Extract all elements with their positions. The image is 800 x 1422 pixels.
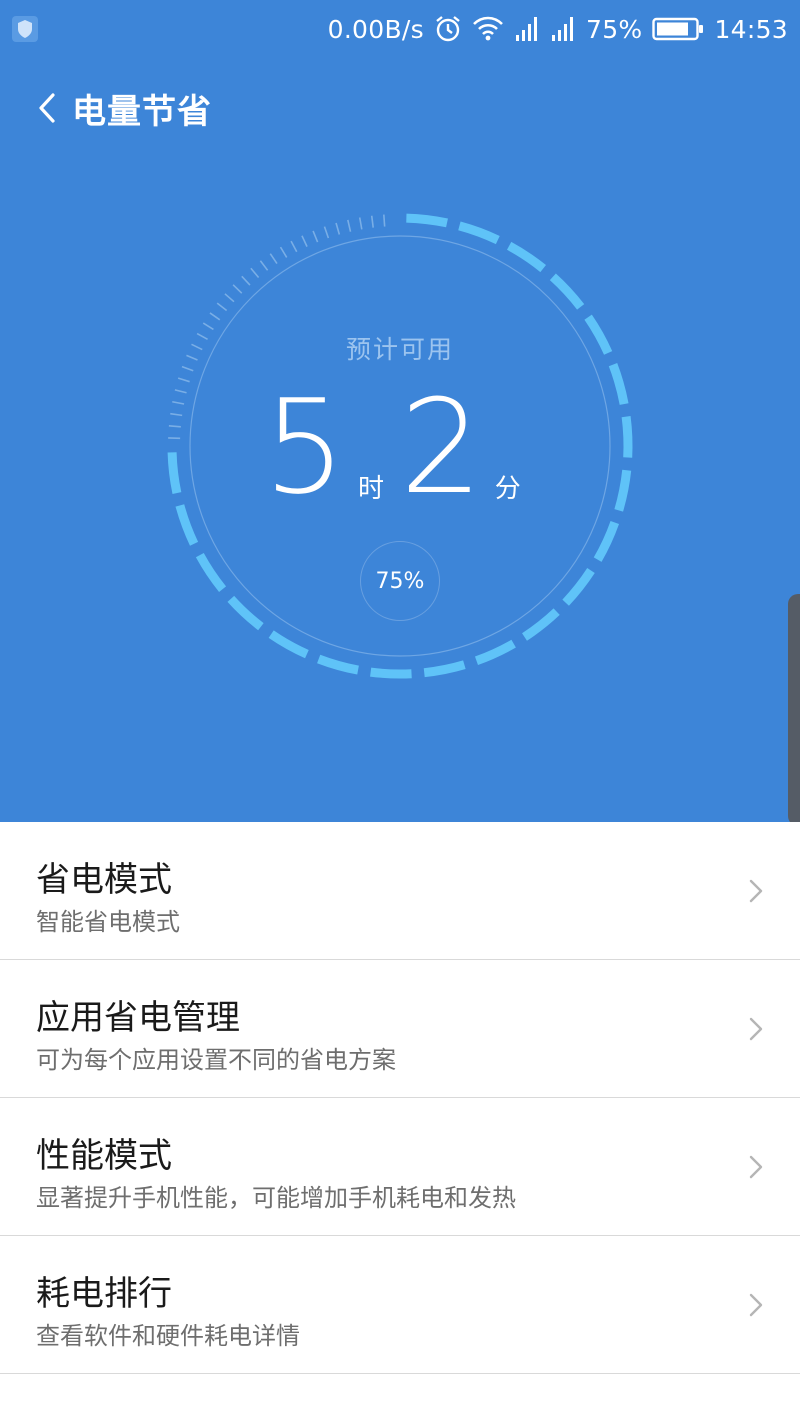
list-item-power-ranking[interactable]: 耗电排行 查看软件和硬件耗电详情 (0, 1236, 800, 1374)
gauge-inactive-tick (224, 293, 235, 303)
hours-unit: 时 (357, 474, 384, 504)
gauge-inactive-tick (216, 302, 228, 312)
options-list: 省电模式 智能省电模式 应用省电管理 可为每个应用设置不同的省电方案 性能模式 … (0, 822, 800, 1374)
app-header: 电量节省 (0, 72, 800, 144)
signal-icon (515, 17, 537, 41)
list-item-subtitle: 查看软件和硬件耗电详情 (36, 1322, 300, 1350)
chevron-right-icon (749, 1155, 763, 1179)
minutes-unit: 分 (494, 474, 521, 504)
back-arrow-icon (39, 93, 55, 123)
gauge-inactive-tick (259, 260, 269, 271)
back-button[interactable] (32, 88, 62, 128)
gauge-inactive-tick (279, 246, 288, 258)
gauge-inactive-tick (347, 219, 352, 232)
minutes-value: 2 (400, 371, 483, 523)
hours-value: 5 (263, 371, 346, 523)
gauge-inactive-tick (370, 215, 374, 228)
chevron-right-icon (749, 879, 763, 903)
wifi-icon (473, 16, 503, 41)
list-item-power-saving-mode[interactable]: 省电模式 智能省电模式 (0, 822, 800, 960)
chevron-right-icon (749, 1017, 763, 1041)
list-item-title: 省电模式 (36, 860, 172, 900)
list-item-subtitle: 智能省电模式 (36, 908, 180, 936)
shield-icon (12, 16, 38, 42)
gauge-inactive-tick (290, 240, 298, 253)
alarm-icon (436, 16, 460, 42)
edge-panel-handle[interactable] (788, 594, 800, 826)
signal-icon (551, 17, 573, 41)
gauge-inactive-tick (269, 253, 278, 265)
list-item-subtitle: 可为每个应用设置不同的省电方案 (36, 1046, 396, 1074)
status-bar: 0.00B/s 75% 14:53 (0, 0, 800, 58)
list-item-performance-mode[interactable]: 性能模式 显著提升手机性能，可能增加手机耗电和发热 (0, 1098, 800, 1236)
estimate-label: 预计可用 (345, 335, 454, 364)
gauge-inactive-tick (323, 226, 330, 239)
gauge-inactive-tick (241, 275, 251, 286)
list-item-title: 性能模式 (36, 1136, 172, 1176)
status-time: 14:53 (714, 14, 788, 44)
gauge-inactive-tick (250, 267, 260, 278)
battery-icon (652, 17, 704, 41)
gauge-inactive-tick (301, 235, 308, 247)
gauge-inactive-tick (181, 365, 194, 372)
gauge-inactive-tick (202, 322, 214, 331)
list-item-app-power-management[interactable]: 应用省电管理 可为每个应用设置不同的省电方案 (0, 960, 800, 1098)
list-item-title: 耗电排行 (36, 1274, 172, 1314)
gauge-inactive-tick (335, 222, 341, 235)
gauge-inactive-tick (232, 284, 243, 294)
battery-percent-badge: 75% (360, 541, 440, 621)
gauge-inactive-tick (312, 230, 319, 243)
gauge-inactive-tick (209, 312, 221, 321)
page-title: 电量节省 (72, 91, 212, 132)
battery-percent: 75% (585, 14, 643, 44)
network-speed: 0.00B/s (327, 14, 424, 44)
gauge-inactive-tick (383, 214, 386, 227)
gauge-inactive-tick (358, 217, 363, 230)
remaining-time: 5 时 2 分 (0, 382, 800, 512)
list-item-title: 应用省电管理 (36, 998, 240, 1038)
chevron-right-icon (749, 1293, 763, 1317)
list-item-subtitle: 显著提升手机性能，可能增加手机耗电和发热 (36, 1184, 516, 1212)
